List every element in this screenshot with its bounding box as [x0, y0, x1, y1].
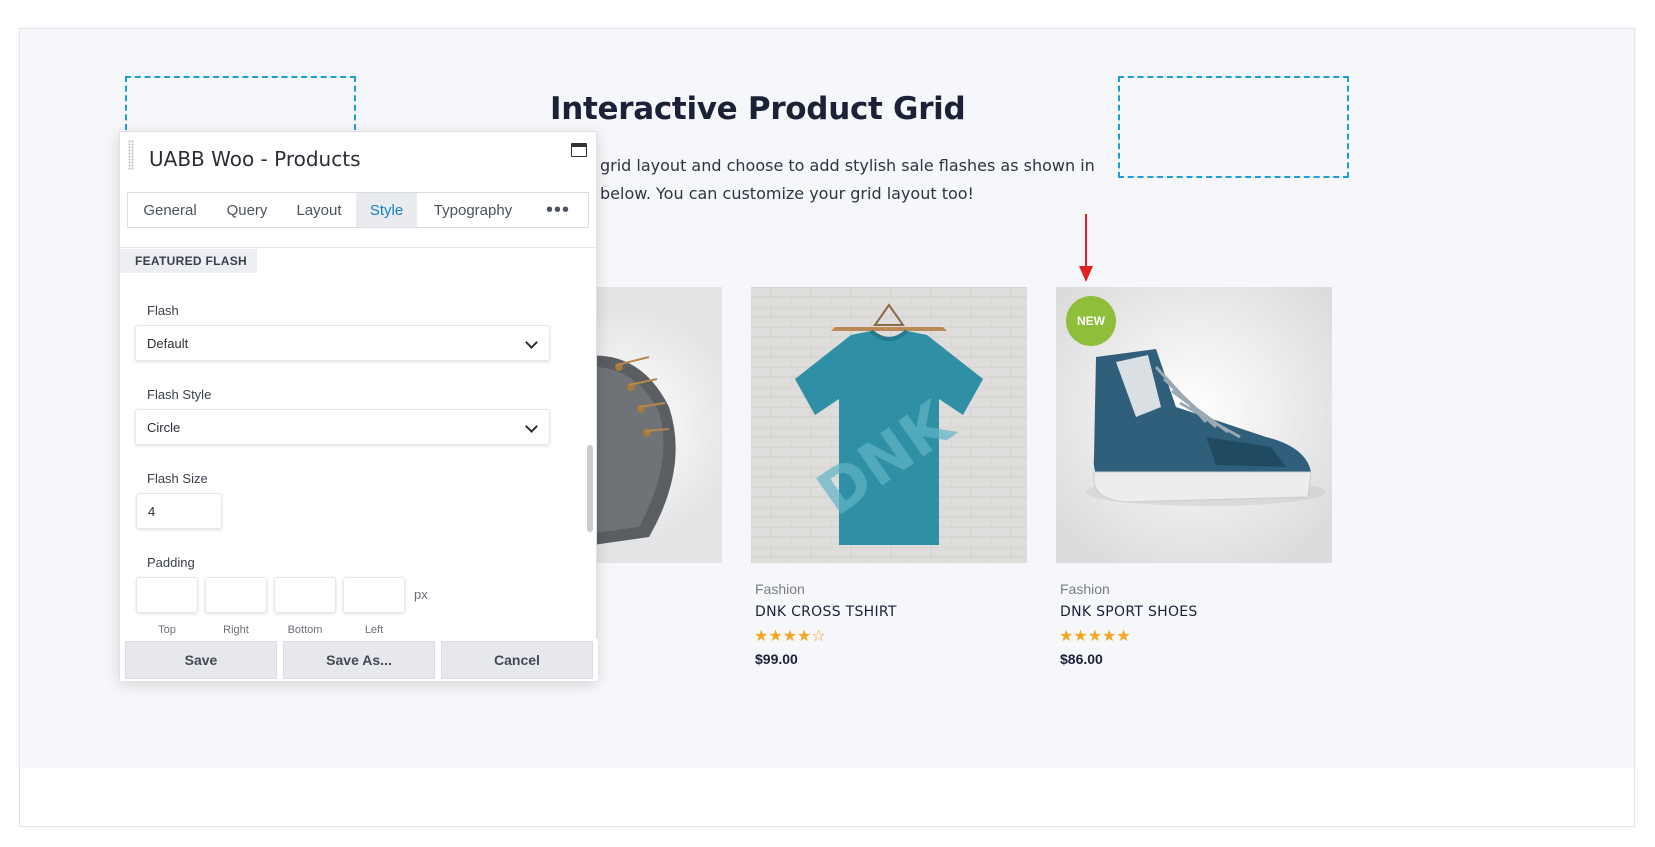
product-price: $86.00: [1060, 651, 1103, 667]
padding-right-label: Right: [223, 624, 249, 636]
padding-left-input[interactable]: [343, 577, 405, 613]
flash-size-input[interactable]: 4: [136, 493, 222, 529]
padding-label: Padding: [147, 555, 195, 570]
section-description-line-2: below. You can customize your grid layou…: [600, 184, 974, 203]
product-name[interactable]: DNK SPORT SHOES: [1060, 604, 1198, 620]
maximize-icon[interactable]: [571, 143, 587, 157]
flash-style-select[interactable]: Circle: [135, 409, 550, 445]
empty-column-placeholder-right[interactable]: [1118, 76, 1349, 178]
padding-right-input[interactable]: [205, 577, 267, 613]
product-category[interactable]: Fashion: [755, 581, 805, 597]
flash-style-select-value: Circle: [147, 419, 181, 435]
annotation-arrow-down-icon: [1079, 214, 1093, 282]
flash-size-label: Flash Size: [147, 471, 208, 486]
padding-bottom-input[interactable]: [274, 577, 336, 613]
tab-layout[interactable]: Layout: [282, 193, 356, 227]
product-name[interactable]: DNK CROSS TSHIRT: [755, 604, 897, 620]
flash-select-value: Default: [147, 335, 189, 351]
module-settings-panel: UABB Woo - Products General Query Layout…: [119, 131, 598, 681]
tab-typography[interactable]: Typography: [417, 193, 529, 227]
flash-select[interactable]: Default: [135, 325, 550, 361]
chevron-down-icon: [525, 336, 538, 349]
padding-top-input[interactable]: [136, 577, 198, 613]
section-label-featured-flash[interactable]: FEATURED FLASH: [120, 249, 257, 273]
section-description: grid layout and choose to add stylish sa…: [600, 152, 1120, 208]
more-tabs-icon[interactable]: •••: [529, 193, 587, 227]
panel-scrollbar[interactable]: [587, 445, 593, 532]
product-category[interactable]: Fashion: [1060, 581, 1110, 597]
drag-handle-icon[interactable]: [128, 140, 134, 170]
shoe-image: [579, 355, 676, 547]
settings-scroll-area[interactable]: FEATURED FLASH Flash Default Flash Style…: [120, 249, 598, 639]
product-rating-stars: ★★★★☆: [754, 628, 826, 645]
chevron-down-icon: [525, 420, 538, 433]
product-rating-stars: ★★★★★: [1059, 628, 1131, 645]
tshirt-image: DNK: [751, 287, 1027, 563]
panel-footer: Save Save As... Cancel: [120, 639, 598, 681]
padding-bottom-label: Bottom: [287, 624, 323, 636]
section-description-line-1: grid layout and choose to add stylish sa…: [600, 156, 1095, 175]
tab-style[interactable]: Style: [356, 193, 417, 227]
product-image-shoe-partial[interactable]: [579, 287, 722, 563]
flash-label: Flash: [147, 303, 179, 318]
tab-general[interactable]: General: [128, 193, 212, 227]
panel-divider: [120, 247, 598, 248]
save-button[interactable]: Save: [125, 641, 277, 679]
padding-unit[interactable]: px: [414, 587, 428, 602]
padding-left-label: Left: [364, 624, 384, 636]
tab-query[interactable]: Query: [212, 193, 282, 227]
section-heading: Interactive Product Grid: [550, 91, 966, 127]
product-price: $99.00: [755, 651, 798, 667]
cancel-button[interactable]: Cancel: [441, 641, 593, 679]
padding-top-label: Top: [158, 624, 176, 636]
product-image-tshirt[interactable]: DNK: [751, 287, 1027, 563]
flash-style-label: Flash Style: [147, 387, 212, 402]
panel-title: UABB Woo - Products: [149, 147, 361, 171]
new-flash-badge: NEW: [1066, 296, 1116, 346]
save-as-button[interactable]: Save As...: [283, 641, 435, 679]
settings-tabs: General Query Layout Style Typography ••…: [127, 192, 589, 228]
